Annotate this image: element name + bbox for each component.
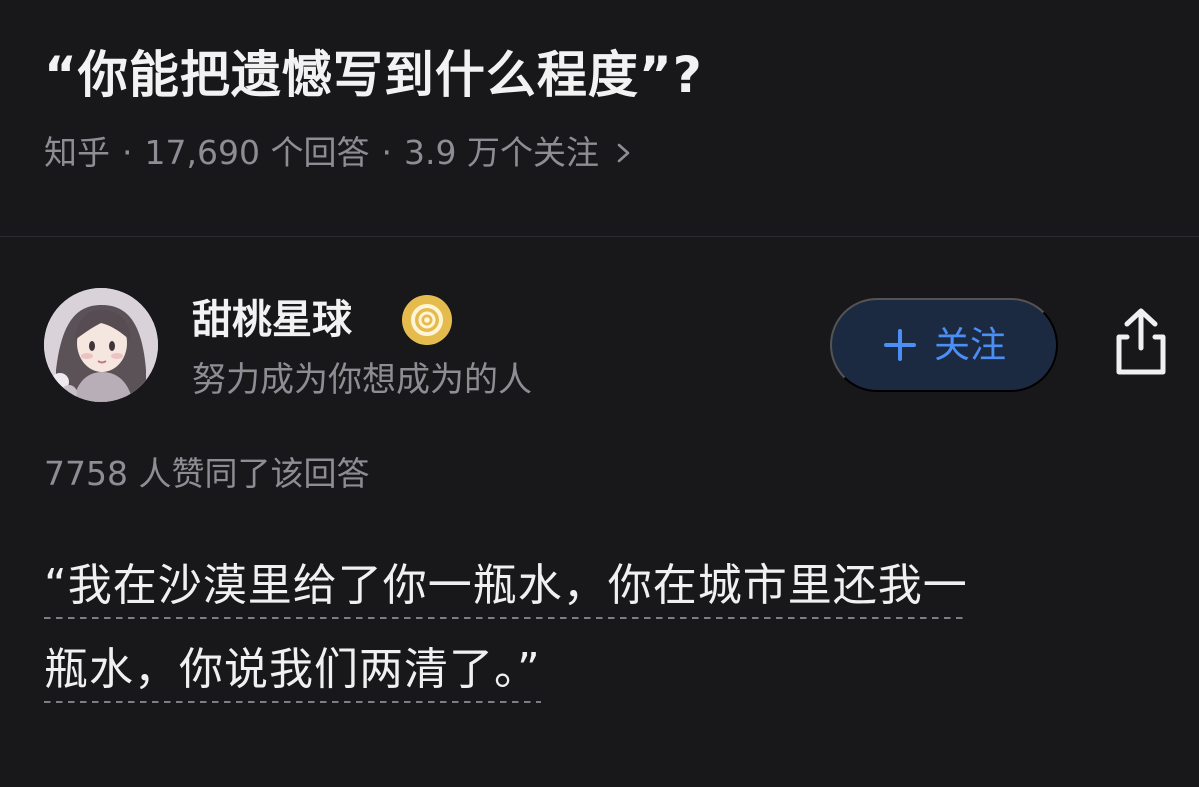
author-name[interactable]: 甜桃星球 [192,290,352,350]
meta-separator: · [381,133,392,172]
answer-line: “我在沙漠里给了你一瓶水，你在城市里还我一 [44,545,968,629]
avatar[interactable] [44,288,158,402]
avatar-illustration [44,288,158,402]
question-header[interactable]: “你能把遗憾写到什么程度”? 知乎 · 17,690 个回答 · 3.9 万个关… [44,30,1159,178]
question-title[interactable]: “你能把遗憾写到什么程度”? [44,30,1159,120]
author-bio: 努力成为你想成为的人 [192,360,532,400]
follower-count: 3.9 万个关注 [403,133,599,172]
share-icon[interactable] [1110,306,1172,378]
meta-separator: · [122,133,133,172]
zhihu-answer-page: “你能把遗憾写到什么程度”? 知乎 · 17,690 个回答 · 3.9 万个关… [0,0,1199,787]
chevron-right-icon [617,143,630,163]
plus-icon [883,329,916,361]
answer-line: 瓶水，你说我们两清了。” [44,629,541,713]
section-divider [0,236,1199,237]
source-label: 知乎 [44,133,110,172]
answer-body[interactable]: “我在沙漠里给了你一瓶水，你在城市里还我一 瓶水，你说我们两清了。” [44,545,1174,713]
follow-button[interactable]: 关注 [830,298,1058,392]
vote-summary: 7758 人赞同了该回答 [44,454,370,493]
gold-badge-icon[interactable] [402,295,452,345]
follow-label: 关注 [933,324,1006,365]
question-meta[interactable]: 知乎 · 17,690 个回答 · 3.9 万个关注 [44,128,1159,178]
answer-count: 17,690 个回答 [144,133,370,172]
